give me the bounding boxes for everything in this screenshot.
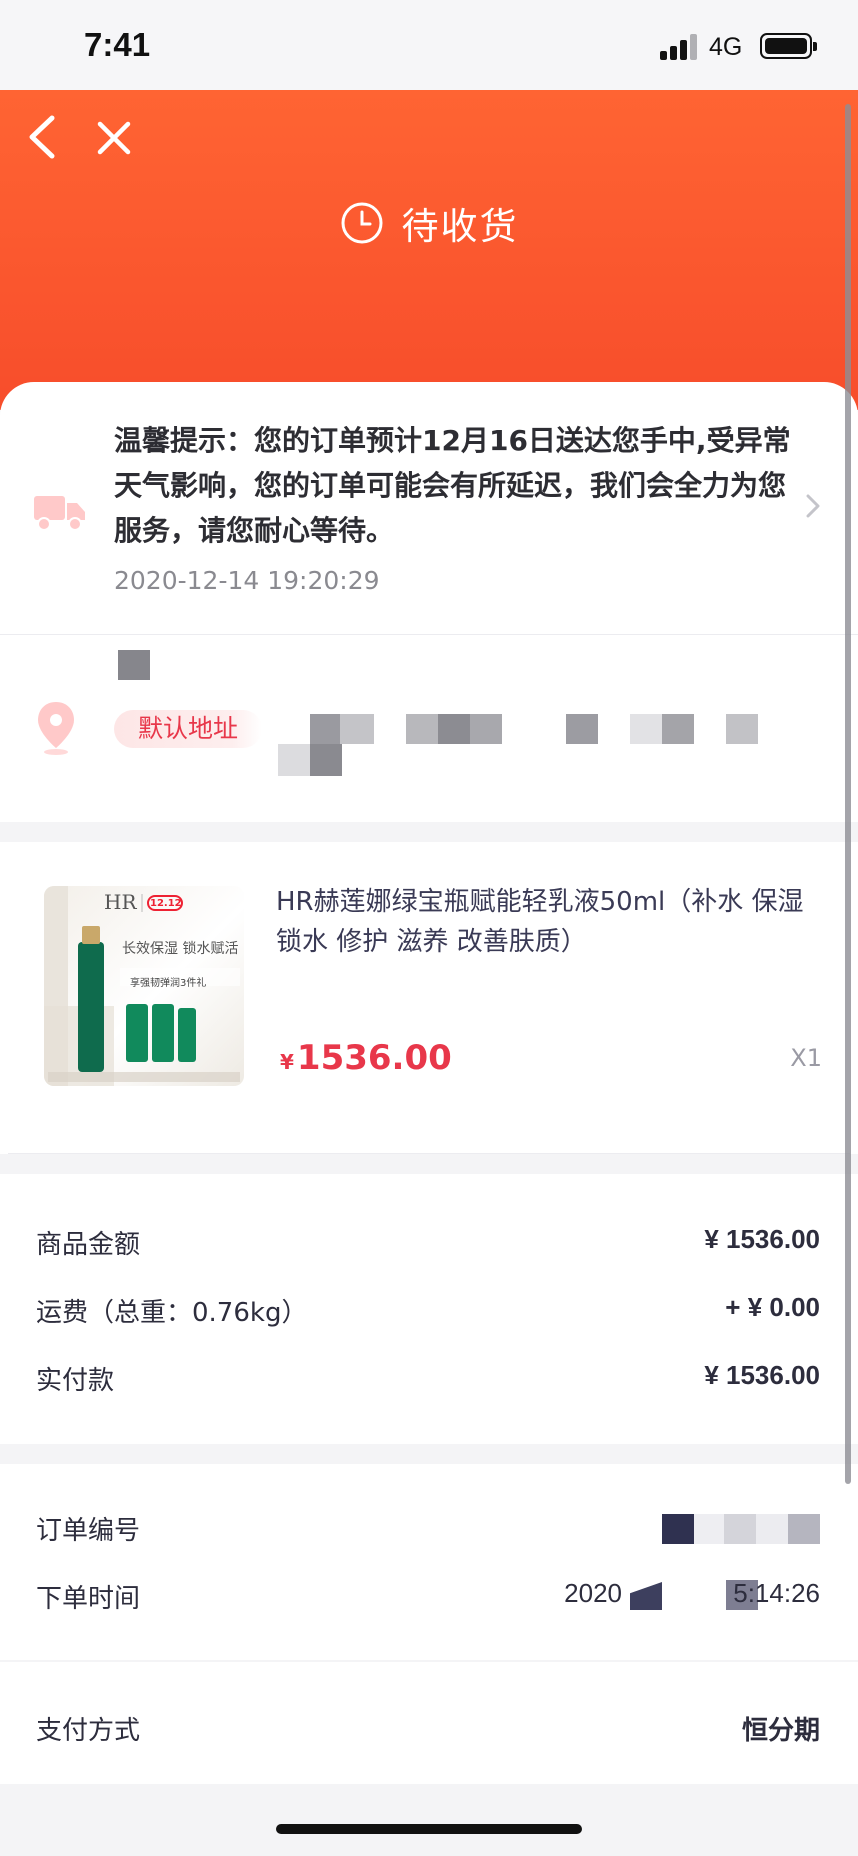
signal-icon — [660, 34, 700, 60]
battery-icon — [760, 33, 817, 59]
logistics-card: 温馨提示：您的订单预计12月16日送达您手中,受异常天气影响，您的订单可能会有所… — [0, 382, 858, 822]
payment-info: 支付方式 恒分期 — [0, 1662, 858, 1784]
obscured-name — [118, 650, 150, 680]
back-arrow-icon[interactable] — [22, 110, 62, 164]
order-status-header: 待收货 — [0, 90, 858, 410]
paid-label: 实付款 — [36, 1366, 115, 1396]
status-bar: 7:41 4G — [0, 0, 858, 90]
paid-value: ¥ 1536.00 — [704, 1360, 820, 1390]
divider — [0, 634, 858, 635]
clock-icon — [341, 202, 382, 244]
order-info: 订单编号 下单时间 2020 5:14:26 — [0, 1464, 858, 1660]
subtotal-label: 商品金额 — [36, 1230, 141, 1260]
product-item[interactable]: HR 12.12 长效保湿 锁水赋活 享强韧弹润3件礼 HR赫莲娜绿宝瓶赋能轻乳… — [0, 842, 858, 1154]
home-indicator[interactable] — [276, 1824, 582, 1834]
product-image[interactable]: HR 12.12 长效保湿 锁水赋活 享强韧弹润3件礼 — [44, 886, 244, 1086]
close-icon[interactable] — [92, 116, 136, 160]
status-time: 7:41 — [84, 26, 151, 63]
scrollbar[interactable] — [845, 104, 851, 1484]
page-title: 待收货 — [401, 205, 519, 248]
product-image-brand: HR — [104, 890, 137, 914]
title-wrap: 待收货 — [0, 196, 858, 250]
price-summary: 商品金额 ¥ 1536.00 运费（总重：0.76kg） + ¥ 0.00 实付… — [0, 1174, 858, 1444]
product-image-headline: 长效保湿 锁水赋活 — [122, 941, 239, 957]
delivery-notice[interactable]: 温馨提示：您的订单预计12月16日送达您手中,受异常天气影响，您的订单可能会有所… — [114, 418, 794, 553]
payment-method-value[interactable]: 恒分期 — [742, 1710, 820, 1747]
order-number-label: 订单编号 — [36, 1516, 141, 1546]
default-address-badge: 默认地址 — [114, 710, 263, 748]
home-area — [0, 1784, 858, 1856]
product-image-gift: 享强韧弹润3件礼 — [130, 978, 207, 989]
payment-method-label: 支付方式 — [36, 1716, 141, 1746]
product-quantity: X1 — [790, 1044, 822, 1072]
divider — [8, 1153, 850, 1154]
network-label: 4G — [709, 33, 743, 61]
truck-icon — [34, 496, 85, 531]
subtotal-value: ¥ 1536.00 — [704, 1224, 820, 1254]
product-image-badge: 12.12 — [150, 898, 182, 909]
order-time-start: 2020 — [564, 1578, 622, 1608]
currency-symbol: ¥ — [280, 1050, 294, 1074]
location-pin-icon — [38, 702, 74, 755]
price-value: 1536.00 — [296, 1038, 452, 1078]
order-time-label: 下单时间 — [36, 1584, 141, 1614]
shipping-label: 运费（总重：0.76kg） — [36, 1298, 308, 1328]
notice-timestamp: 2020-12-14 19:20:29 — [114, 566, 380, 595]
chevron-right-icon[interactable] — [804, 492, 822, 520]
product-price: ¥1536.00 — [280, 1038, 452, 1078]
product-name[interactable]: HR赫莲娜绿宝瓶赋能轻乳液50ml（补水 保湿 锁水 修护 滋养 改善肤质） — [276, 882, 826, 962]
order-time-end: 5:14:26 — [733, 1578, 820, 1608]
shipping-value: + ¥ 0.00 — [725, 1292, 820, 1322]
